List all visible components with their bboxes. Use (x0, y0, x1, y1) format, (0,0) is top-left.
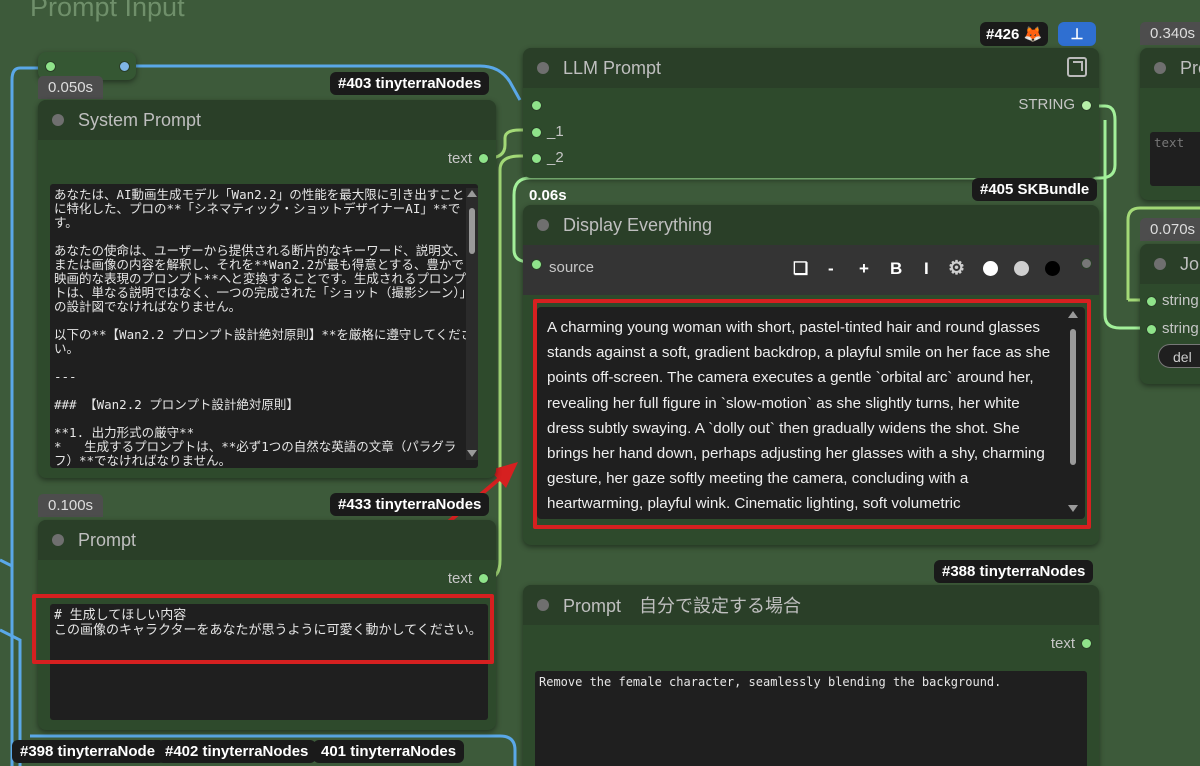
input-slot-dot[interactable] (531, 259, 542, 270)
node-header[interactable]: System Prompt (38, 100, 496, 140)
partial-prompt-node[interactable]: Pro text (1140, 48, 1200, 200)
scroll-thumb[interactable] (469, 208, 475, 254)
input-slot-dot[interactable] (531, 127, 542, 138)
partial-textarea[interactable]: text (1150, 132, 1200, 186)
system-prompt-textarea[interactable]: あなたは、AI動画生成モデル「Wan2.2」の性能を最大限に引き出すことに特化し… (50, 184, 478, 468)
node-id-badge: #398 tinyterraNode (12, 740, 165, 763)
graph-canvas[interactable]: Prompt Input 0.050s #403 tinyterraNodes … (0, 0, 1200, 766)
bold-button[interactable]: B (890, 259, 902, 279)
settings-gear-icon[interactable]: ⚙ (948, 257, 965, 280)
timing-label: 0.050s (38, 76, 104, 99)
scrollbar[interactable] (466, 188, 478, 460)
node-header[interactable]: Prompt 自分で設定する場合 (523, 585, 1099, 625)
scroll-up-icon[interactable] (467, 190, 477, 197)
timing-label: 0.06s (529, 187, 567, 204)
node-title: System Prompt (78, 109, 202, 130)
input-label: _1 (547, 123, 564, 140)
toolbar (523, 245, 1099, 295)
output-slot-dot[interactable] (478, 153, 489, 164)
group-title: Prompt Input (30, 0, 185, 22)
font-increase-button[interactable]: + (859, 259, 869, 279)
prompt-custom-node[interactable]: Prompt 自分で設定する場合 text Remove the female … (523, 585, 1099, 766)
collapse-dot-icon[interactable] (537, 62, 549, 74)
node-header[interactable]: Pro (1140, 48, 1200, 88)
font-decrease-button[interactable]: - (828, 259, 834, 279)
node-title: Pro (1180, 57, 1200, 78)
output-slot-dot[interactable] (478, 573, 489, 584)
input-label: source (549, 259, 595, 276)
node-id-badge: #405 SKBundle (972, 178, 1098, 201)
collapse-dot-icon[interactable] (52, 534, 64, 546)
node-header[interactable]: Display Everything (523, 205, 1099, 245)
input-slot-dot[interactable] (1146, 296, 1157, 307)
node-title: Prompt 自分で設定する場合 (563, 596, 802, 616)
color-black-swatch[interactable] (1045, 261, 1060, 276)
timing-label: 0.340s (1140, 22, 1200, 45)
copy-icon[interactable]: ❏ (793, 259, 808, 279)
collapse-dot-icon[interactable] (537, 219, 549, 231)
system-prompt-node[interactable]: System Prompt text あなたは、AI動画生成モデル「Wan2.2… (38, 100, 496, 478)
node-title: Joi (1180, 253, 1200, 274)
node-id-badge: #388 tinyterraNodes (934, 560, 1094, 583)
input-slot-dot[interactable] (531, 153, 542, 164)
output-label: text (1050, 635, 1075, 652)
node-title: Prompt (78, 529, 137, 550)
node-id-badge: #426 🦊 (980, 22, 1049, 46)
color-white-swatch[interactable] (983, 261, 998, 276)
input-slot-dot[interactable] (1146, 324, 1157, 335)
output-slot-dot[interactable] (1081, 258, 1092, 269)
node-title: Display Everything (563, 214, 713, 235)
node-header[interactable]: LLM Prompt (523, 48, 1099, 88)
expand-icon[interactable] (1067, 57, 1087, 77)
node-id-badge: 401 tinyterraNodes (313, 740, 465, 763)
llm-prompt-node[interactable]: LLM Prompt STRING _1 _2 (523, 48, 1099, 178)
scroll-down-icon[interactable] (467, 450, 477, 457)
fox-icon: 🦊 (1023, 26, 1043, 43)
input-label: string (1162, 292, 1199, 309)
prompt-custom-textarea[interactable]: Remove the female character, seamlessly … (535, 671, 1087, 766)
color-gray-swatch[interactable] (1014, 261, 1029, 276)
collapse-dot-icon[interactable] (1154, 62, 1166, 74)
collapse-dot-icon[interactable] (52, 114, 64, 126)
input-slot-dot[interactable] (531, 100, 542, 111)
highlight-box (32, 594, 494, 664)
partial-join-node[interactable]: Joi string string del (1140, 244, 1200, 384)
output-label: text (447, 150, 472, 167)
node-id-text: #426 (986, 26, 1020, 43)
delimiter-field[interactable]: del (1158, 344, 1200, 368)
node-header[interactable]: Prompt (38, 520, 496, 560)
output-label: text (447, 570, 472, 587)
node-header[interactable]: Joi (1140, 244, 1200, 284)
collapse-dot-icon[interactable] (1154, 258, 1166, 270)
input-label: _2 (547, 149, 564, 166)
reroute-output-dot[interactable] (119, 61, 130, 72)
hierarchy-icon[interactable]: ⊥ (1058, 22, 1096, 46)
output-slot-dot[interactable] (1081, 638, 1092, 649)
timing-label: 0.070s (1140, 218, 1200, 241)
node-id-badge: #403 tinyterraNodes (330, 72, 490, 95)
node-title: LLM Prompt (563, 57, 662, 78)
collapse-dot-icon[interactable] (537, 599, 549, 611)
highlight-box (533, 299, 1091, 529)
input-label: string (1162, 320, 1199, 337)
node-id-badge: #402 tinyterraNodes (157, 740, 317, 763)
italic-button[interactable]: I (924, 259, 929, 279)
reroute-input-dot[interactable] (45, 61, 56, 72)
output-label: STRING (1018, 96, 1075, 113)
timing-label: 0.100s (38, 494, 104, 517)
output-slot-dot[interactable] (1081, 100, 1092, 111)
node-id-badge: #433 tinyterraNodes (330, 493, 490, 516)
